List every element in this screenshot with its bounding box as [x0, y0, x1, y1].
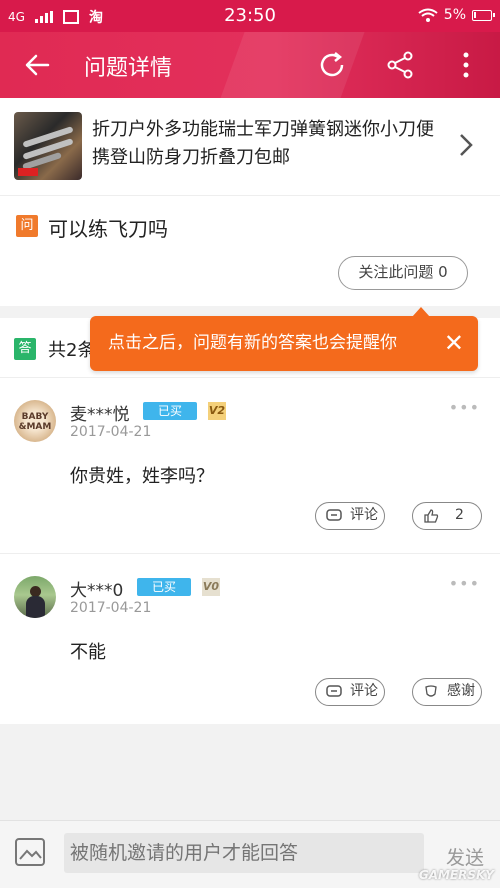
more-options-icon[interactable]: ••• [449, 574, 480, 593]
username: 麦***悦 [70, 405, 130, 425]
thanks-icon [425, 685, 437, 697]
wifi-icon [418, 8, 438, 22]
product-row[interactable]: 折刀户外多功能瑞士军刀弹簧钢迷你小刀便携登山防身刀折叠刀包邮 [0, 98, 500, 196]
follow-question-button[interactable]: 关注此问题 0 [338, 256, 468, 290]
comment-icon [326, 685, 342, 697]
answer-text: 不能 [70, 642, 106, 663]
list-item: 大***0 已买 V0 2017-04-21 ••• 不能 评论 感谢 [0, 554, 500, 724]
more-vertical-icon[interactable] [450, 49, 482, 81]
app-bar: 问题详情 [0, 32, 500, 98]
more-options-icon[interactable]: ••• [449, 398, 480, 417]
answer-count: 共2条 [48, 340, 96, 361]
thumbs-up-icon [424, 509, 439, 523]
back-arrow-icon[interactable] [20, 48, 54, 82]
bought-tag: 已买 [137, 578, 191, 596]
answer-date: 2017-04-21 [70, 600, 152, 616]
share-icon[interactable] [384, 49, 416, 81]
comment-label: 评论 [350, 683, 378, 699]
page-title: 问题详情 [84, 56, 173, 81]
follow-tooltip: 点击之后，问题有新的答案也会提醒你 ✕ [90, 307, 478, 371]
comment-icon [326, 509, 342, 521]
product-thumbnail [14, 112, 82, 180]
close-icon[interactable]: ✕ [444, 316, 464, 371]
comment-button[interactable]: 评论 [315, 678, 385, 706]
watermark-logo: GAMERSKY [418, 868, 494, 882]
thanks-button[interactable]: 感谢 [412, 678, 482, 706]
comment-label: 评论 [350, 507, 378, 523]
tooltip-text: 点击之后，问题有新的答案也会提醒你 [108, 333, 397, 353]
list-item: BABY &MAM 麦***悦 已买 V2 2017-04-21 ••• 你贵姓，… [0, 378, 500, 554]
comment-button[interactable]: 评论 [315, 502, 385, 530]
avatar[interactable] [14, 576, 56, 618]
answers-list: BABY &MAM 麦***悦 已买 V2 2017-04-21 ••• 你贵姓，… [0, 378, 500, 724]
battery-percent: 5% [443, 7, 466, 23]
question-text: 可以练飞刀吗 [48, 217, 168, 241]
answer-badge: 答 [14, 338, 36, 360]
answer-input[interactable] [64, 833, 424, 873]
answer-text: 你贵姓，姓李吗？ [70, 466, 214, 487]
answer-date: 2017-04-21 [70, 424, 152, 440]
battery-icon [472, 9, 495, 21]
vip-level-badge: V2 [208, 402, 226, 420]
vip-level-badge: V0 [202, 578, 220, 596]
username: 大***0 [70, 581, 124, 601]
like-button[interactable]: 2 [412, 502, 482, 530]
refresh-icon[interactable] [316, 49, 348, 81]
product-name: 折刀户外多功能瑞士军刀弹簧钢迷你小刀便携登山防身刀折叠刀包邮 [92, 119, 434, 168]
status-bar: 4G 淘 23:50 5% [0, 0, 500, 32]
question-badge: 问 [16, 215, 38, 237]
bought-tag: 已买 [143, 402, 197, 420]
thanks-label: 感谢 [447, 683, 475, 699]
avatar[interactable]: BABY &MAM [14, 400, 56, 442]
chevron-right-icon[interactable] [458, 132, 474, 158]
image-icon[interactable] [14, 837, 46, 867]
like-count: 2 [455, 507, 464, 523]
send-button[interactable]: 发送 [446, 843, 484, 870]
